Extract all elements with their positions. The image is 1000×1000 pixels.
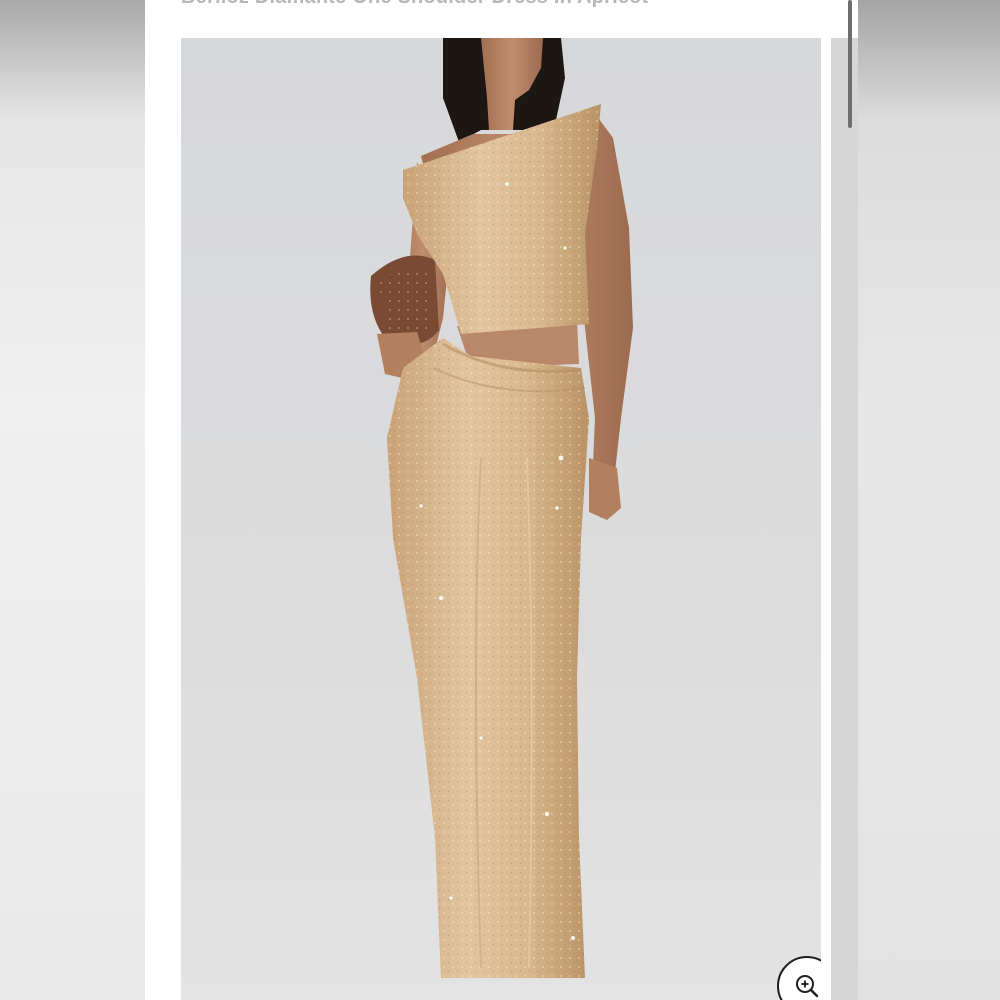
product-photo[interactable] [181, 38, 821, 1000]
model-illustration [181, 38, 821, 1000]
product-page: Berlioz Diamante One Shoulder Dress in A… [145, 0, 858, 1000]
zoom-in-icon [796, 975, 819, 998]
scrollbar-track[interactable] [831, 38, 858, 1000]
left-backdrop [0, 0, 145, 1000]
scrollbar-thumb[interactable] [848, 0, 852, 128]
product-title: Berlioz Diamante One Shoulder Dress in A… [181, 0, 821, 9]
right-backdrop [858, 0, 1000, 1000]
